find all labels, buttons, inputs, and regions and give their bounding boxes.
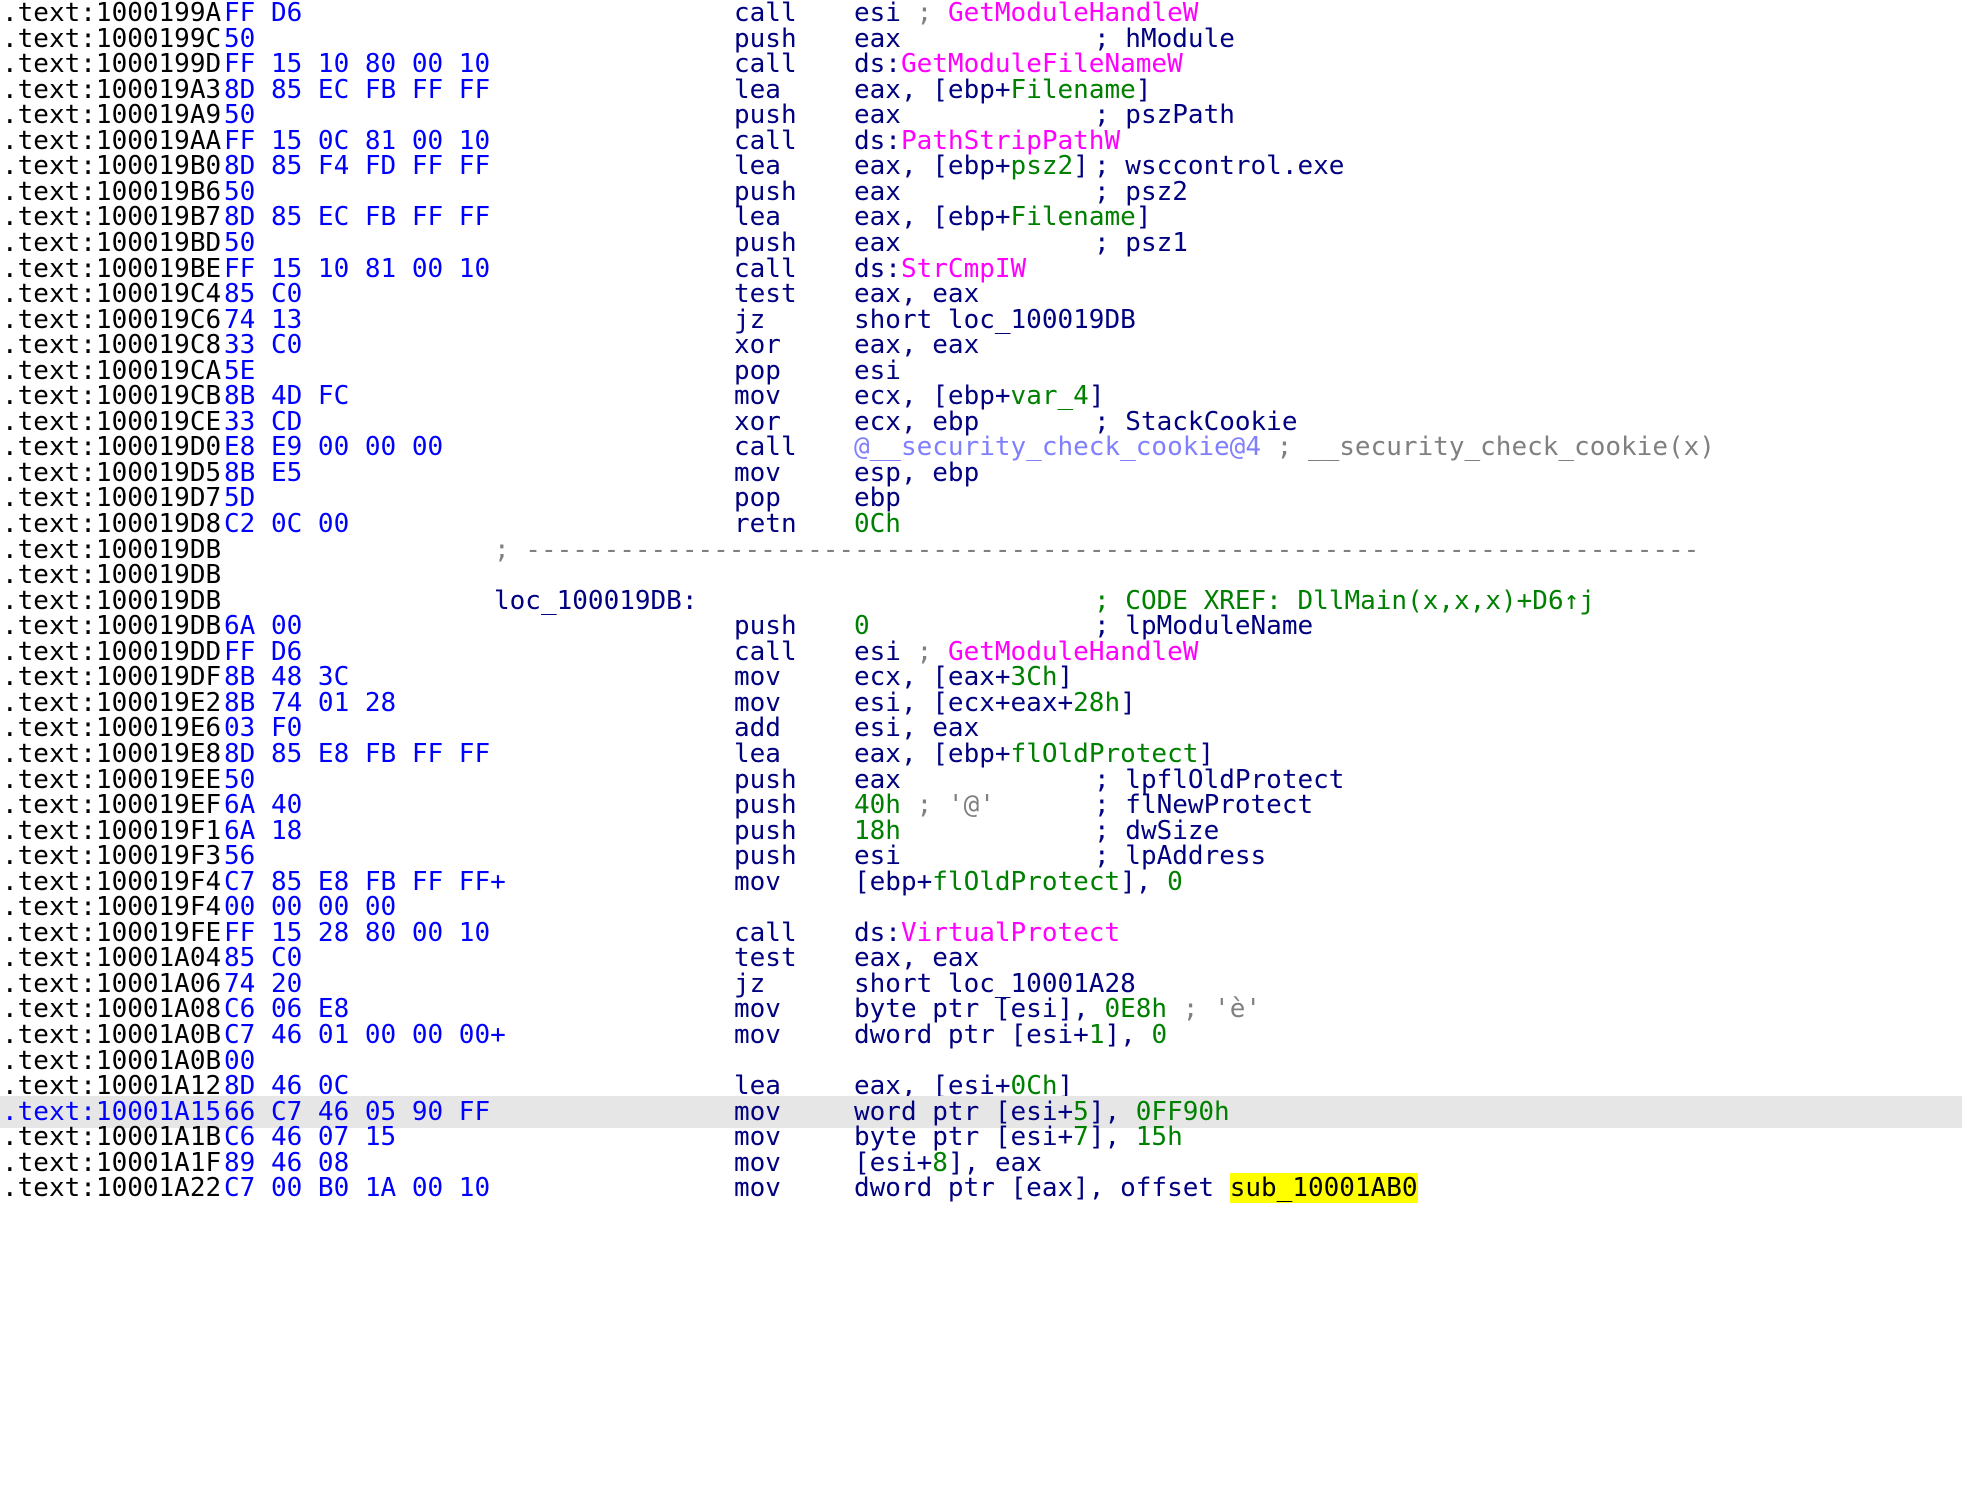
disasm-line[interactable]: .text:10001A22 C7 00 B0 1A 00 10 mov dword … — [0, 1172, 1962, 1204]
instruction-mnemonic: mov — [734, 1173, 781, 1204]
operand-text: dword ptr [eax], offset — [854, 1173, 1230, 1204]
line-address[interactable]: .text:10001A22 — [2, 1172, 221, 1204]
ida-disassembly-view[interactable]: .text:1000199A FF D6 call esi ; GetModuleHa… — [0, 0, 1962, 1510]
opcode-bytes: C7 00 B0 1A 00 10 — [224, 1173, 491, 1204]
instruction-operands: dword ptr [eax], offset sub_10001AB0 — [854, 1172, 1418, 1204]
highlighted-symbol[interactable]: sub_10001AB0 — [1229, 1173, 1418, 1204]
